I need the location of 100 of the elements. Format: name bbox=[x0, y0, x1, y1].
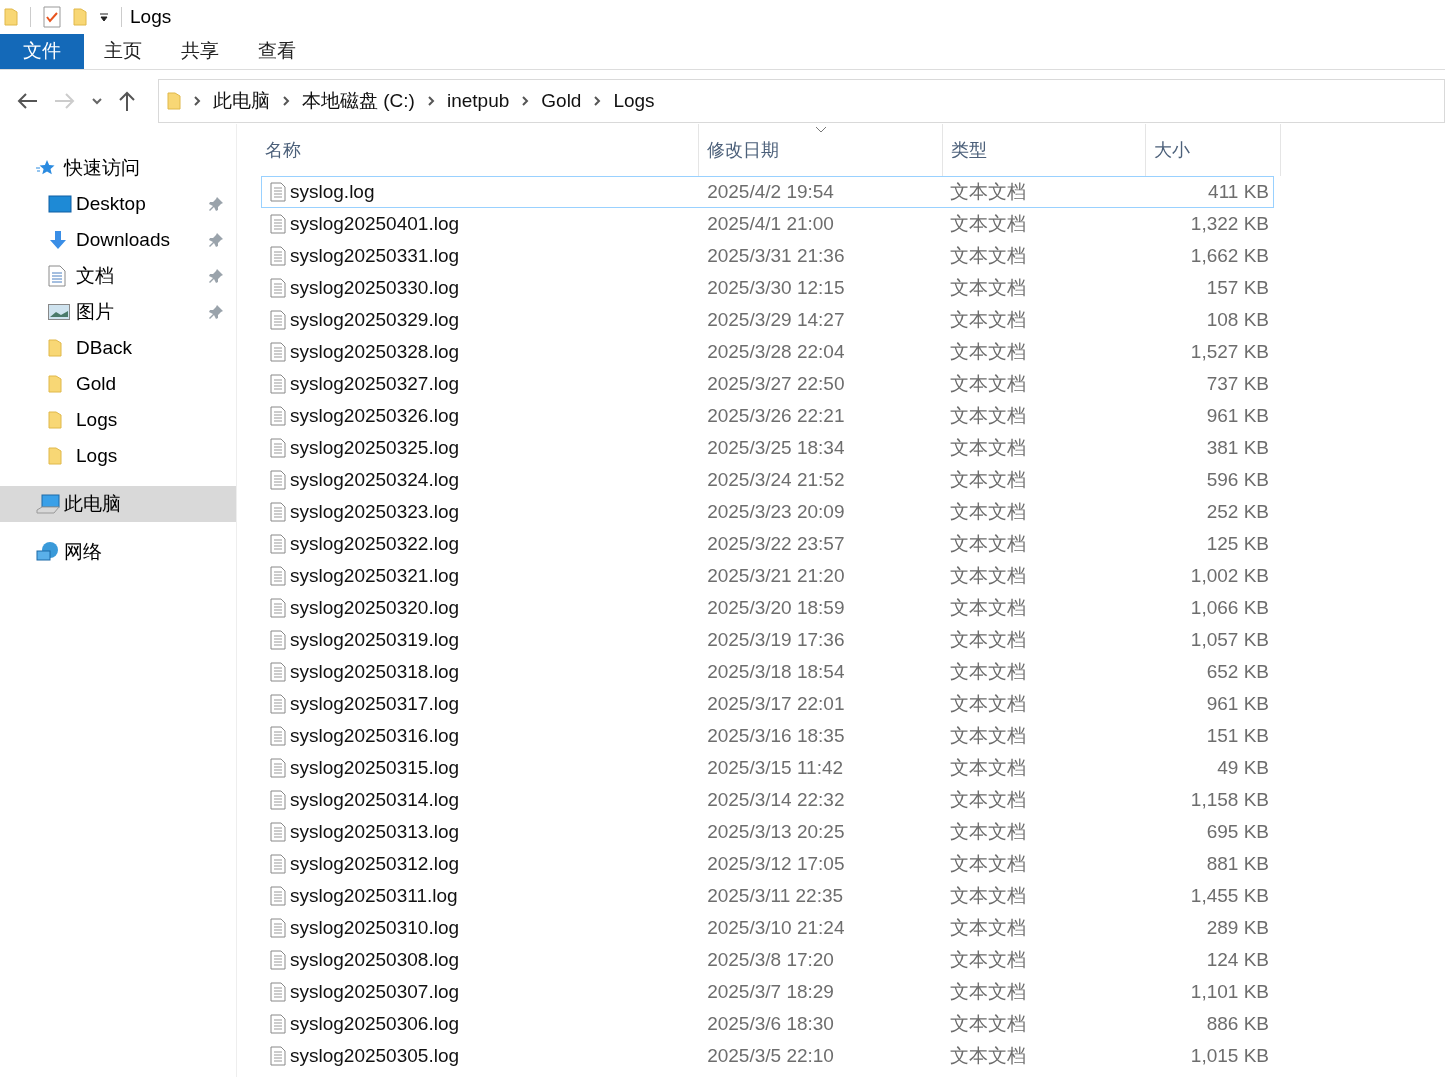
pin-icon[interactable] bbox=[208, 232, 224, 248]
file-row[interactable]: syslog20250315.log 2025/3/15 11:42 文本文档 49 KB bbox=[261, 752, 1274, 784]
breadcrumb-item[interactable]: Gold bbox=[541, 86, 582, 116]
file-row[interactable]: syslog.log 2025/4/2 19:54 文本文档 411 KB bbox=[261, 176, 1274, 208]
pin-icon[interactable] bbox=[208, 304, 224, 320]
modified-date: 2025/3/17 22:01 bbox=[707, 692, 845, 714]
file-row[interactable]: syslog20250318.log 2025/3/18 18:54 文本文档 652 KB bbox=[261, 656, 1274, 688]
file-row[interactable]: syslog20250316.log 2025/3/16 18:35 文本文档 151 KB bbox=[261, 720, 1274, 752]
file-row[interactable]: syslog20250310.log 2025/3/10 21:24 文本文档 289 KB bbox=[261, 912, 1274, 944]
properties-icon[interactable] bbox=[43, 6, 61, 28]
file-type: 文本文档 bbox=[949, 820, 1026, 842]
breadcrumb-item[interactable]: 本地磁盘 (C:) bbox=[302, 86, 415, 116]
file-name: syslog20250313.log bbox=[290, 819, 460, 844]
file-type: 文本文档 bbox=[949, 660, 1026, 682]
ribbon-tab[interactable]: 查看 bbox=[238, 34, 315, 69]
file-row[interactable]: syslog20250317.log 2025/3/17 22:01 文本文档 961 KB bbox=[261, 688, 1274, 720]
breadcrumb-item[interactable]: inetpub bbox=[446, 86, 510, 116]
modified-date: 2025/3/8 17:20 bbox=[707, 948, 834, 970]
modified-date: 2025/3/11 22:35 bbox=[707, 884, 844, 906]
sidebar-item[interactable]: Logs bbox=[0, 438, 236, 474]
file-name: syslog20250324.log bbox=[290, 467, 460, 492]
folder-icon bbox=[48, 447, 62, 465]
ribbon-tab[interactable]: 共享 bbox=[161, 34, 238, 69]
file-row[interactable]: syslog20250314.log 2025/3/14 22:32 文本文档 1,158 KB bbox=[261, 784, 1274, 816]
sidebar-item[interactable]: Gold bbox=[0, 366, 236, 402]
file-row[interactable]: syslog20250305.log 2025/3/5 22:10 文本文档 1,015 KB bbox=[261, 1040, 1274, 1072]
sidebar-item[interactable]: Downloads bbox=[0, 222, 236, 258]
file-row[interactable]: syslog20250307.log 2025/3/7 18:29 文本文档 1,101 KB bbox=[261, 976, 1274, 1008]
file-type: 文本文档 bbox=[949, 852, 1026, 874]
file-row[interactable]: syslog20250401.log 2025/4/1 21:00 文本文档 1,322 KB bbox=[261, 208, 1274, 240]
text-file-icon bbox=[270, 278, 286, 298]
file-row[interactable]: syslog20250323.log 2025/3/23 20:09 文本文档 252 KB bbox=[261, 496, 1274, 528]
sidebar-item[interactable]: DBack bbox=[0, 330, 236, 366]
file-row[interactable]: syslog20250311.log 2025/3/11 22:35 文本文档 1,455 KB bbox=[261, 880, 1274, 912]
breadcrumb-item[interactable]: 此电脑 bbox=[213, 86, 270, 116]
file-size: 108 KB bbox=[1206, 308, 1269, 330]
file-size: 151 KB bbox=[1206, 724, 1269, 746]
column-header[interactable]: 大小 bbox=[1146, 124, 1281, 176]
modified-date: 2025/3/5 22:10 bbox=[707, 1044, 834, 1066]
file-row[interactable]: syslog20250313.log 2025/3/13 20:25 文本文档 695 KB bbox=[261, 816, 1274, 848]
file-row[interactable]: syslog20250325.log 2025/3/25 18:34 文本文档 381 KB bbox=[261, 432, 1274, 464]
file-name: syslog20250327.log bbox=[290, 371, 460, 396]
pin-icon[interactable] bbox=[208, 196, 224, 212]
ribbon-tab[interactable]: 主页 bbox=[84, 34, 161, 69]
text-file-icon bbox=[270, 630, 286, 650]
file-name: syslog20250315.log bbox=[290, 755, 460, 780]
back-arrow-icon[interactable] bbox=[16, 92, 38, 110]
column-header[interactable]: 类型 bbox=[943, 124, 1146, 176]
file-size: 1,015 KB bbox=[1190, 1044, 1269, 1066]
address-bar[interactable]: 此电脑 本地磁盘 (C:) inetpub Gold Logs bbox=[158, 79, 1445, 123]
up-arrow-icon[interactable] bbox=[118, 90, 136, 112]
breadcrumb-item[interactable]: Logs bbox=[613, 86, 655, 116]
file-name: syslog20250326.log bbox=[290, 403, 460, 428]
file-type: 文本文档 bbox=[949, 276, 1026, 298]
file-row[interactable]: syslog20250312.log 2025/3/12 17:05 文本文档 881 KB bbox=[261, 848, 1274, 880]
chevron-right-icon bbox=[521, 95, 530, 107]
file-name: syslog20250321.log bbox=[290, 563, 460, 588]
sidebar-item[interactable]: 此电脑 bbox=[0, 486, 236, 522]
column-header[interactable]: 名称 bbox=[261, 124, 699, 176]
modified-date: 2025/3/28 22:04 bbox=[707, 340, 845, 362]
pin-icon[interactable] bbox=[208, 268, 224, 284]
sidebar-item[interactable]: 文档 bbox=[0, 258, 236, 294]
file-name: syslog20250311.log bbox=[290, 883, 458, 908]
file-name: syslog20250314.log bbox=[290, 787, 460, 812]
file-row[interactable]: syslog20250324.log 2025/3/24 21:52 文本文档 596 KB bbox=[261, 464, 1274, 496]
modified-date: 2025/3/22 23:57 bbox=[707, 532, 845, 554]
file-row[interactable]: syslog20250331.log 2025/3/31 21:36 文本文档 1,662 KB bbox=[261, 240, 1274, 272]
file-row[interactable]: syslog20250322.log 2025/3/22 23:57 文本文档 125 KB bbox=[261, 528, 1274, 560]
dropdown-caret-icon[interactable] bbox=[99, 12, 109, 22]
file-row[interactable]: syslog20250308.log 2025/3/8 17:20 文本文档 124 KB bbox=[261, 944, 1274, 976]
text-file-icon bbox=[270, 470, 286, 490]
sidebar-item[interactable]: 图片 bbox=[0, 294, 236, 330]
folder-icon bbox=[167, 92, 181, 110]
file-row[interactable]: syslog20250326.log 2025/3/26 22:21 文本文档 961 KB bbox=[261, 400, 1274, 432]
file-size: 695 KB bbox=[1206, 820, 1269, 842]
file-type: 文本文档 bbox=[949, 180, 1026, 202]
file-row[interactable]: syslog20250306.log 2025/3/6 18:30 文本文档 886 KB bbox=[261, 1008, 1274, 1040]
file-row[interactable]: syslog20250330.log 2025/3/30 12:15 文本文档 157 KB bbox=[261, 272, 1274, 304]
file-size: 737 KB bbox=[1206, 372, 1269, 394]
file-row[interactable]: syslog20250329.log 2025/3/29 14:27 文本文档 108 KB bbox=[261, 304, 1274, 336]
file-row[interactable]: syslog20250327.log 2025/3/27 22:50 文本文档 737 KB bbox=[261, 368, 1274, 400]
column-header[interactable]: 修改日期 bbox=[699, 124, 943, 176]
sidebar-item[interactable]: 快速访问 bbox=[0, 150, 236, 186]
file-row[interactable]: syslog20250321.log 2025/3/21 21:20 文本文档 1,002 KB bbox=[261, 560, 1274, 592]
file-row[interactable]: syslog20250320.log 2025/3/20 18:59 文本文档 1,066 KB bbox=[261, 592, 1274, 624]
file-size: 1,002 KB bbox=[1190, 564, 1269, 586]
chevron-down-icon[interactable] bbox=[92, 97, 102, 105]
sidebar-item[interactable]: Desktop bbox=[0, 186, 236, 222]
file-size: 1,455 KB bbox=[1190, 884, 1269, 906]
sidebar-item[interactable]: 网络 bbox=[0, 534, 236, 570]
modified-date: 2025/3/27 22:50 bbox=[707, 372, 845, 394]
modified-date: 2025/3/29 14:27 bbox=[707, 308, 845, 330]
sidebar-item[interactable]: Logs bbox=[0, 402, 236, 438]
file-name: syslog20250307.log bbox=[290, 979, 460, 1004]
file-type: 文本文档 bbox=[949, 340, 1026, 362]
file-size: 596 KB bbox=[1206, 468, 1269, 490]
file-row[interactable]: syslog20250319.log 2025/3/19 17:36 文本文档 1,057 KB bbox=[261, 624, 1274, 656]
file-name: syslog20250322.log bbox=[290, 531, 460, 556]
file-row[interactable]: syslog20250328.log 2025/3/28 22:04 文本文档 1,527 KB bbox=[261, 336, 1274, 368]
star-icon bbox=[36, 159, 56, 177]
